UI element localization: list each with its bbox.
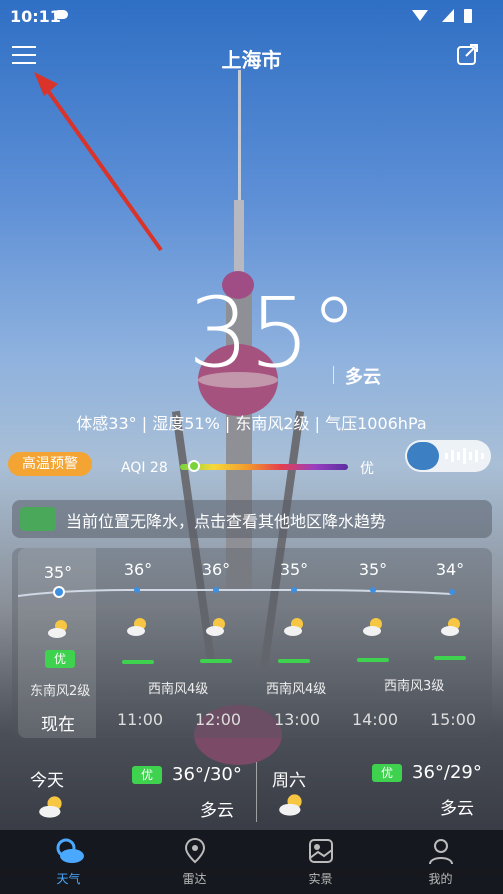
bottom-tab-bar: 天气 雷达 实景 我的 (0, 830, 503, 894)
current-condition: 多云 (345, 367, 381, 388)
partly-cloudy-icon (39, 796, 62, 818)
air-quality-indicator (357, 658, 389, 662)
hour-time: 13:00 (273, 710, 321, 729)
red-arrow-annotation (34, 72, 163, 252)
daily-summary[interactable]: 今天 优 36°/30° 多云 周六 优 36°/29° 多云 (16, 750, 492, 830)
divider (333, 366, 334, 384)
wifi-icon (412, 10, 428, 21)
weather-icon (56, 838, 84, 863)
hour-temp: 35° (358, 560, 388, 579)
sound-wave-icon (445, 448, 484, 464)
day-condition: 多云 (200, 801, 234, 821)
photo-icon (309, 839, 333, 863)
tab-profile[interactable]: 我的 (378, 830, 503, 894)
tab-label: 我的 (428, 872, 453, 886)
hour-temp: 36° (201, 560, 231, 579)
battery-icon (464, 9, 472, 23)
current-details: 体感33° | 湿度51% | 东南风2级 | 气压1006hPa (76, 414, 427, 433)
status-bar: 10:11 (0, 0, 503, 32)
hour-item[interactable]: 34° (410, 560, 490, 579)
wind-label: 东南风2级 (30, 684, 91, 699)
hour-temp: 35° (43, 563, 73, 582)
day-title: 周六 (272, 771, 306, 791)
map-icon (20, 507, 56, 531)
hour-item[interactable]: 35° (254, 560, 334, 579)
hourly-forecast[interactable]: 35° 36° 36° 35° 35° 34° 优 东南风2级 西南风4级 西南… (12, 548, 492, 738)
heat-warning-badge[interactable]: 高温预警 (8, 452, 92, 476)
partly-cloudy-icon (441, 618, 460, 636)
divider (256, 762, 257, 822)
tab-radar[interactable]: 雷达 (132, 830, 257, 894)
wind-label: 西南风4级 (148, 682, 209, 697)
day-title: 今天 (30, 771, 64, 791)
partly-cloudy-icon (127, 618, 146, 636)
wind-label: 西南风4级 (266, 682, 327, 697)
partly-cloudy-icon (284, 618, 303, 636)
tab-weather[interactable]: 天气 (6, 830, 131, 894)
air-quality-indicator (434, 656, 466, 660)
hour-item[interactable]: 35° (18, 563, 98, 582)
aqi-indicator (188, 460, 200, 472)
aqi-scale-bar (180, 464, 348, 470)
day-temps: 36°/30° (172, 764, 242, 785)
hour-item[interactable]: 36° (176, 560, 256, 579)
aqi-level: 优 (360, 461, 374, 477)
aqi-label[interactable]: AQI 28 (121, 460, 168, 476)
tab-live-view[interactable]: 实景 (258, 830, 383, 894)
voice-thumbnail (407, 442, 439, 470)
partly-cloudy-icon (206, 618, 225, 636)
air-quality-badge: 优 (132, 766, 162, 784)
partly-cloudy-icon (279, 794, 302, 816)
hour-time: 现在 (41, 715, 75, 735)
hour-item[interactable]: 36° (98, 560, 178, 579)
air-quality-indicator (200, 659, 232, 663)
hour-temp: 36° (123, 560, 153, 579)
share-icon[interactable] (456, 42, 480, 66)
partly-cloudy-icon (363, 618, 382, 636)
hour-time: 12:00 (194, 710, 242, 729)
hour-time: 15:00 (429, 710, 477, 729)
tab-label: 天气 (56, 872, 81, 886)
tab-label: 实景 (308, 872, 333, 886)
air-quality-indicator (278, 659, 310, 663)
hour-temp: 34° (435, 560, 465, 579)
voice-broadcast-button[interactable] (405, 440, 491, 472)
day-temps: 36°/29° (412, 762, 482, 783)
hour-time: 14:00 (351, 710, 399, 729)
hour-temp: 35° (279, 560, 309, 579)
notice-text: 当前位置无降水，点击查看其他地区降水趋势 (66, 512, 387, 531)
cloud-status-icon (54, 10, 68, 19)
signal-icon (442, 9, 454, 22)
status-time: 10:11 (10, 7, 61, 26)
wind-label: 西南风3级 (384, 679, 445, 694)
hour-time: 11:00 (116, 710, 164, 729)
partly-cloudy-icon (48, 620, 67, 638)
air-quality-badge: 优 (372, 764, 402, 782)
precipitation-notice[interactable]: 当前位置无降水，点击查看其他地区降水趋势 (12, 500, 492, 538)
air-quality-badge: 优 (45, 650, 75, 668)
hour-item[interactable]: 35° (333, 560, 413, 579)
temperature-line (17, 586, 455, 598)
location-pin-icon (184, 837, 206, 864)
day-condition: 多云 (440, 799, 474, 819)
person-icon (429, 839, 453, 865)
tab-label: 雷达 (182, 872, 207, 886)
air-quality-indicator (122, 660, 154, 664)
status-icons (412, 9, 472, 23)
